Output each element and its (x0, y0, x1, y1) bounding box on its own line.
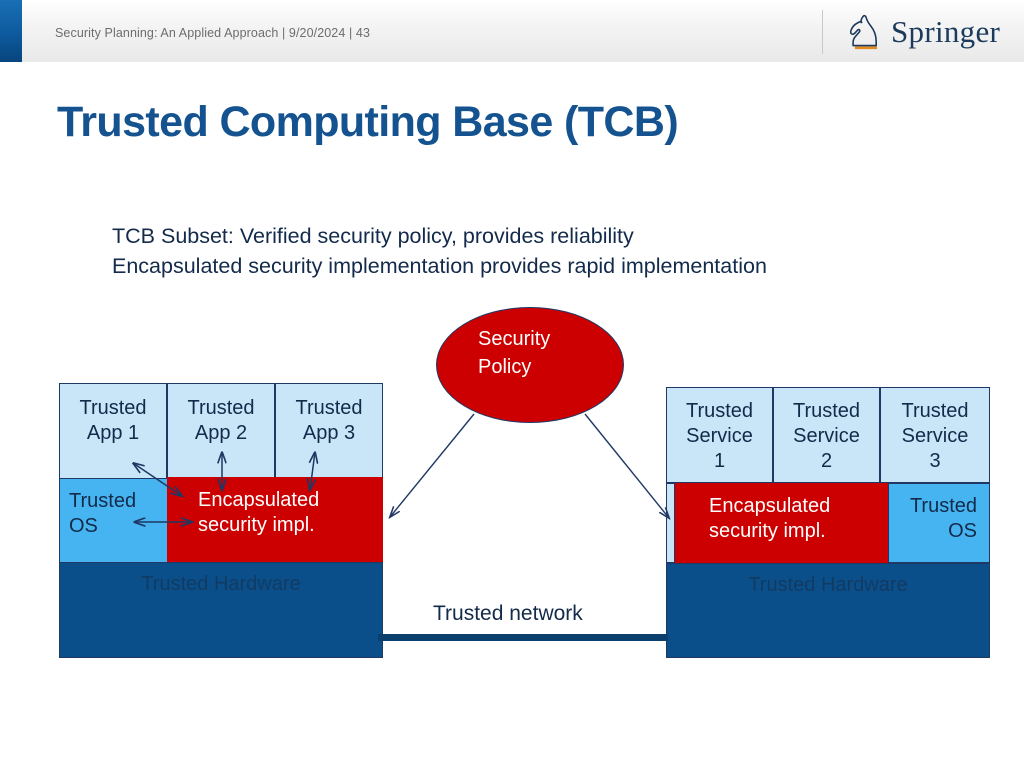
policy-line1: Security (478, 328, 551, 350)
right-service-box-3: Trusted Service 3 (880, 387, 990, 483)
left-app-box-2: Trusted App 2 (167, 383, 275, 479)
right-service-2-line1: Trusted (792, 400, 861, 422)
tcb-diagram: Trusted App 1 Trusted App 2 Trusted App … (0, 0, 1024, 768)
right-hardware-label: Trusted Hardware (748, 574, 908, 596)
right-os-line1: Trusted (909, 495, 977, 517)
right-service-2-line3: 2 (820, 450, 833, 472)
left-app-box-1: Trusted App 1 (59, 383, 167, 479)
left-impl-line2: security impl. (198, 514, 315, 536)
left-os-line1: Trusted (69, 490, 137, 512)
right-trusted-hardware-box: Trusted Hardware (666, 563, 990, 658)
right-service-2-line2: Service (793, 425, 860, 447)
right-service-3-line1: Trusted (901, 400, 969, 422)
left-os-line2: OS (69, 515, 98, 537)
right-service-box-2: Trusted Service 2 (773, 387, 880, 483)
right-service-1-line1: Trusted (685, 400, 754, 422)
left-app-3-line1: Trusted (295, 397, 363, 419)
right-stack-edge-sliver (666, 483, 675, 563)
right-service-box-1: Trusted Service 1 (666, 387, 773, 483)
right-os-line2: OS (948, 520, 977, 542)
right-impl-line2: security impl. (709, 520, 826, 542)
right-service-1-line3: 1 (713, 450, 726, 472)
security-policy-ellipse: Security Policy (436, 307, 624, 423)
left-impl-line1: Encapsulated (198, 489, 320, 511)
right-service-3-line3: 3 (929, 450, 941, 472)
policy-line2: Policy (478, 356, 532, 378)
right-service-1-line2: Service (686, 425, 753, 447)
left-trusted-hardware-box: Trusted Hardware (59, 562, 383, 658)
left-encapsulated-impl-box: Encapsulated security impl. (167, 477, 383, 563)
right-service-3-line2: Service (901, 425, 969, 447)
left-app-box-3: Trusted App 3 (275, 383, 383, 479)
left-app-2-line2: App 2 (194, 422, 248, 444)
left-app-1-line2: App 1 (86, 422, 140, 444)
trusted-network-link (378, 634, 668, 641)
left-app-1-line1: Trusted (79, 397, 147, 419)
trusted-network-label: Trusted network (433, 602, 583, 625)
left-app-2-line1: Trusted (187, 397, 255, 419)
right-impl-line1: Encapsulated (709, 495, 831, 517)
left-hardware-label: Trusted Hardware (141, 573, 301, 595)
right-encapsulated-impl-box: Encapsulated security impl. (675, 483, 888, 563)
right-trusted-os-box: Trusted OS (888, 483, 990, 563)
left-app-3-line2: App 3 (302, 422, 356, 444)
arrow-policy-to-right-impl (584, 413, 669, 518)
left-trusted-os-box: Trusted OS (59, 478, 168, 563)
arrow-policy-to-left-impl (390, 413, 475, 517)
